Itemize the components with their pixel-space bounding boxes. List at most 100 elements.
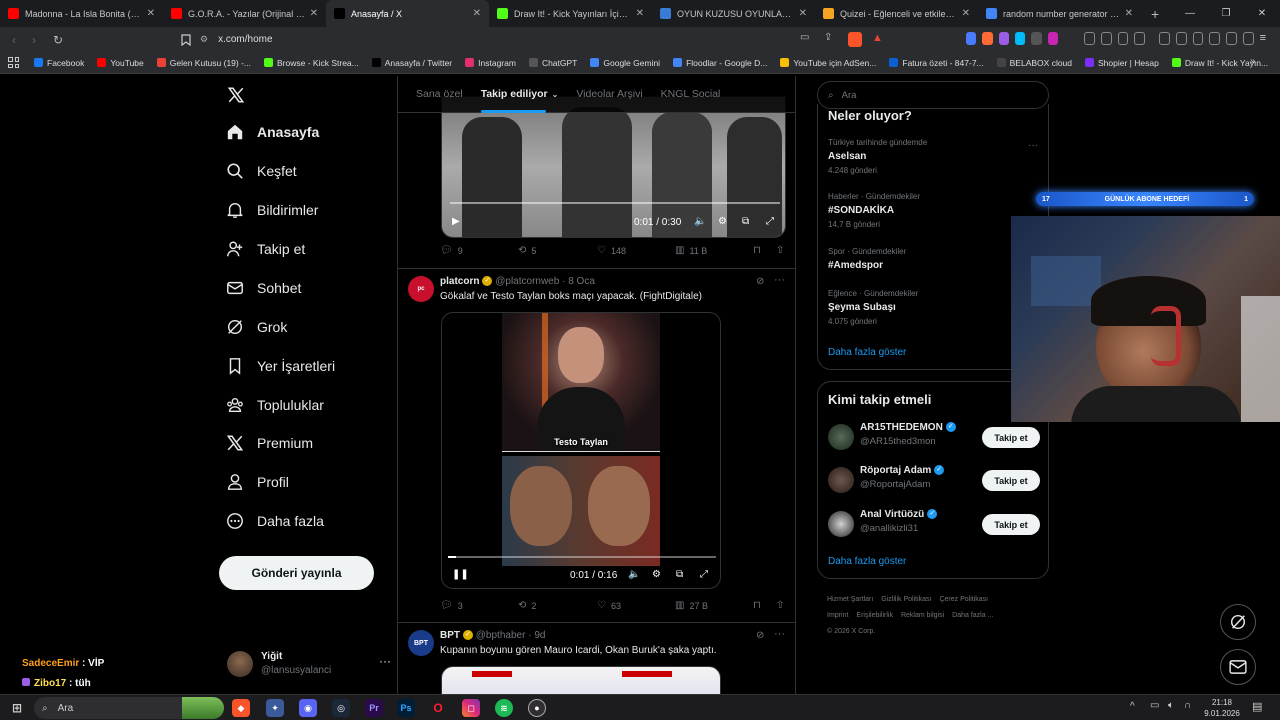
- cast-icon[interactable]: ▭: [800, 32, 816, 48]
- share-button[interactable]: ⇧: [776, 245, 789, 256]
- close-tab-icon[interactable]: ✕: [147, 8, 155, 19]
- back-icon[interactable]: ‹: [4, 30, 24, 50]
- apps-taskbar-icon[interactable]: ✦: [266, 699, 284, 717]
- browser-tab[interactable]: Draw It! - Kick Yayınları İçin Çizim ✕: [489, 0, 652, 27]
- show-more-link[interactable]: Daha fazla göster: [828, 556, 906, 567]
- opera-taskbar-icon[interactable]: O: [429, 699, 447, 717]
- footer-link[interactable]: Imprint: [827, 612, 848, 619]
- extension-icon[interactable]: [1117, 32, 1129, 45]
- reply-button[interactable]: 💬︎ 3: [440, 600, 463, 611]
- grok-icon[interactable]: ⊘: [756, 276, 764, 287]
- menu-icon[interactable]: ≡: [1260, 32, 1266, 48]
- close-tab-icon[interactable]: ✕: [1125, 8, 1133, 19]
- suggested-account[interactable]: AR15THEDEMON ✓ @AR15thed3mon Takip et: [828, 422, 1040, 452]
- extension-icon[interactable]: [982, 32, 993, 45]
- extension-icon[interactable]: [1134, 32, 1146, 45]
- volume-icon[interactable]: 🔈︎: [1168, 700, 1174, 711]
- bookmark-item[interactable]: YouTube: [97, 58, 144, 68]
- sidebar-icon[interactable]: [1175, 32, 1187, 45]
- trend-item[interactable]: Haberler · Gündemdekiler #SONDAKİKA 14,7…: [828, 192, 920, 229]
- nav-item-x-premium[interactable]: Premium: [225, 433, 313, 453]
- tab-for-you[interactable]: Sana özel: [416, 76, 463, 113]
- trend-item[interactable]: Spor · Gündemdekiler #Amedspor: [828, 247, 906, 275]
- fullscreen-icon[interactable]: ⤢: [766, 216, 774, 227]
- windows-start-icon[interactable]: ⊞: [8, 699, 26, 717]
- post-button[interactable]: Gönderi yayınla: [219, 556, 374, 590]
- extension-icon[interactable]: [1159, 32, 1170, 45]
- obs-taskbar-icon[interactable]: ●: [528, 699, 546, 717]
- nav-item-grok[interactable]: Grok: [225, 317, 287, 337]
- more-options-icon[interactable]: ···: [774, 628, 785, 640]
- extension-icon[interactable]: [1100, 32, 1112, 45]
- tab-video-archive[interactable]: Videolar Arşivi: [576, 76, 642, 113]
- avatar[interactable]: [828, 467, 854, 493]
- network-icon[interactable]: ▭: [1150, 700, 1159, 711]
- bookmark-item[interactable]: Instagram: [465, 58, 516, 68]
- trend-item[interactable]: Eğlence · Gündemdekiler Şeyma Subaşı 4.0…: [828, 289, 918, 326]
- extension-icon[interactable]: [1047, 32, 1059, 45]
- retweet-button[interactable]: ⟲ 5: [518, 245, 536, 256]
- browser-tab[interactable]: random number generator - Google ✕: [978, 0, 1141, 27]
- tab-following[interactable]: Takip ediliyor ⌄: [480, 76, 558, 113]
- nav-item-profile[interactable]: Profil: [225, 472, 289, 492]
- discord-taskbar-icon[interactable]: ◉: [299, 699, 317, 717]
- footer-link[interactable]: Reklam bilgisi: [901, 612, 944, 619]
- messages-fab[interactable]: [1220, 649, 1256, 685]
- follow-button[interactable]: Takip et: [982, 514, 1040, 535]
- trend-item[interactable]: Türkiye tarihinde gündemde Aselsan 4.248…: [828, 138, 927, 175]
- instagram-taskbar-icon[interactable]: ◻: [462, 699, 480, 717]
- volume-icon[interactable]: 🔈: [694, 216, 706, 227]
- grok-fab[interactable]: [1220, 604, 1256, 640]
- steam-taskbar-icon[interactable]: ◎: [332, 699, 350, 717]
- new-tab-button[interactable]: +: [1141, 6, 1169, 22]
- vpn-icon[interactable]: [1242, 32, 1254, 45]
- extension-icon[interactable]: [1031, 32, 1042, 45]
- premiere-taskbar-icon[interactable]: Pr: [365, 699, 383, 717]
- bookmark-item[interactable]: Google Gemini: [590, 58, 660, 68]
- headset-icon[interactable]: ∩: [1184, 700, 1191, 711]
- tweet-date[interactable]: 9d: [534, 630, 545, 641]
- bookmark-item[interactable]: Facebook: [34, 58, 84, 68]
- follow-button[interactable]: Takip et: [982, 470, 1040, 491]
- site-info-icon[interactable]: ⚙: [200, 34, 208, 45]
- nav-item-more-circle[interactable]: Daha fazla: [225, 511, 324, 531]
- close-tab-icon[interactable]: ✕: [473, 8, 481, 19]
- share-button[interactable]: ⇧: [776, 600, 789, 611]
- tweet-video[interactable]: ▶ 0:01 / 0:30 🔈 ⚙ ⧉ ⤢: [441, 96, 786, 238]
- grok-icon[interactable]: ⊘: [756, 630, 764, 641]
- footer-link[interactable]: Çerez Politikası: [939, 596, 988, 603]
- close-tab-icon[interactable]: ✕: [636, 8, 644, 19]
- browser-tab[interactable]: G.O.R.A. - Yazılar (Orijinal Film M ✕: [163, 0, 326, 27]
- extension-icon[interactable]: [1084, 32, 1095, 45]
- extension-icon[interactable]: [1015, 32, 1026, 45]
- more-options-icon[interactable]: ···: [774, 274, 785, 286]
- retweet-button[interactable]: ⟲ 2: [518, 600, 536, 611]
- browser-tab[interactable]: Madonna - La Isla Bonita (Official Vi ✕: [0, 0, 163, 27]
- settings-icon[interactable]: ⚙: [652, 569, 661, 580]
- bookmark-item[interactable]: Floodlar - Google D...: [673, 58, 767, 68]
- apps-grid-icon[interactable]: [8, 57, 19, 68]
- pause-icon[interactable]: ❚❚: [452, 569, 469, 580]
- taskbar-clock[interactable]: 21:18 9.01.2026: [1198, 697, 1246, 719]
- more-options-icon[interactable]: ···: [379, 654, 391, 668]
- suggested-account[interactable]: Röportaj Adam ✓ @RoportajAdam Takip et: [828, 465, 1040, 495]
- reply-button[interactable]: 💬︎ 9: [440, 245, 463, 256]
- extension-icon[interactable]: [998, 32, 1010, 45]
- tweet-author[interactable]: BPT: [440, 630, 460, 641]
- bookmark-item[interactable]: Fatura özeti - 847-7...: [889, 58, 984, 68]
- show-more-link[interactable]: Daha fazla göster: [828, 347, 906, 358]
- wallet-icon[interactable]: [1192, 32, 1204, 45]
- bookmark-item[interactable]: Anasayfa / Twitter: [371, 58, 452, 68]
- nav-item-mail[interactable]: Sohbet: [225, 278, 301, 298]
- notifications-icon[interactable]: ▤: [1252, 700, 1262, 713]
- more-options-icon[interactable]: ···: [1028, 140, 1038, 151]
- browser-tab[interactable]: Anasayfa / X ✕: [326, 0, 489, 27]
- bookmark-item[interactable]: BELABOX cloud: [996, 58, 1072, 68]
- close-tab-icon[interactable]: ✕: [310, 8, 318, 19]
- video-progress-bar[interactable]: [450, 202, 780, 204]
- brave-rewards-icon[interactable]: ▲: [872, 32, 886, 47]
- restore-button[interactable]: ❐: [1208, 0, 1244, 27]
- nav-item-bell[interactable]: Bildirimler: [225, 200, 318, 220]
- tweet-video[interactable]: Testo Taylan ❚❚ 0:01 / 0:16 🔈 ⚙ ⧉ ⤢: [441, 312, 721, 589]
- download-icon[interactable]: [1209, 32, 1221, 45]
